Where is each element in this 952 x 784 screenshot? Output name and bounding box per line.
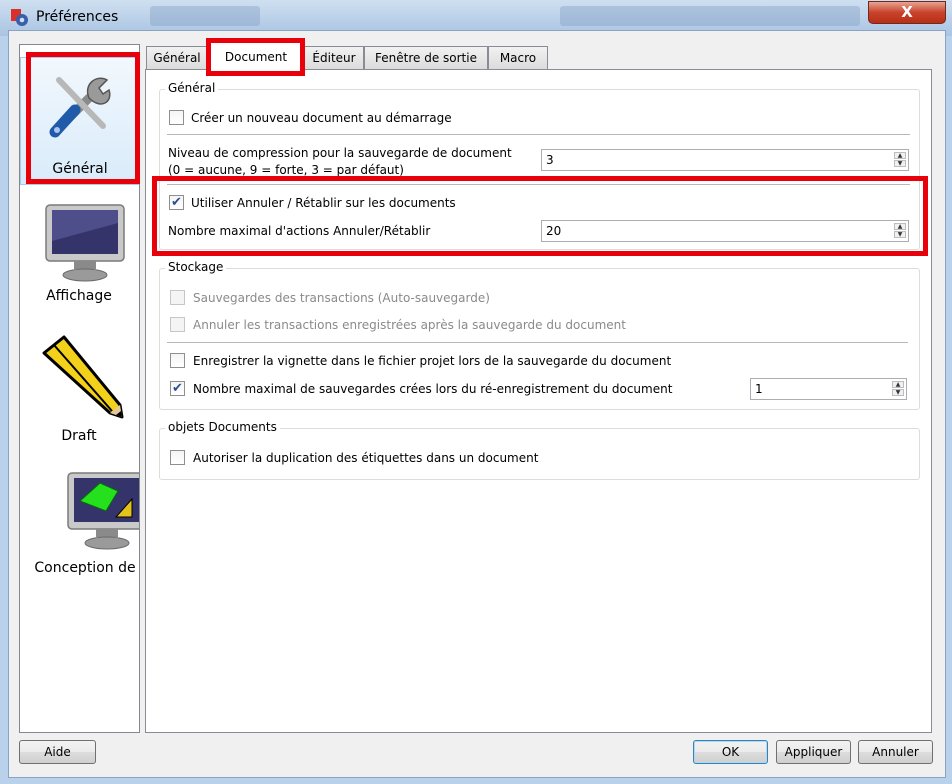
apply-button[interactable]: Appliquer — [776, 740, 851, 764]
max-backups-spinbox[interactable]: 1 ▲ ▼ — [750, 378, 907, 400]
spin-up-icon[interactable]: ▲ — [894, 223, 906, 230]
max-undo-value: 20 — [546, 224, 562, 238]
compression-label: Niveau de compression pour la sauvegarde… — [168, 146, 512, 160]
thumbnail-label: Enregistrer la vignette dans le fichier … — [193, 354, 672, 368]
tab-macro[interactable]: Macro — [488, 46, 548, 69]
tools-icon — [49, 77, 111, 138]
duplicate-labels-label: Autoriser la duplication des étiquettes … — [193, 451, 539, 465]
duplicate-labels-checkbox[interactable] — [170, 450, 185, 465]
app-gear-icon — [11, 9, 28, 26]
group-title: Stockage — [165, 260, 227, 274]
background-toolbar-ghost — [560, 6, 860, 26]
undo-redo-label: Utiliser Annuler / Rétablir sur les docu… — [191, 196, 456, 210]
separator — [167, 342, 908, 343]
autosave-checkbox[interactable] — [170, 290, 185, 305]
category-affichage[interactable]: Affichage — [20, 195, 139, 315]
pencil-icon — [42, 335, 124, 419]
separator — [167, 134, 910, 135]
compression-hint: (0 = aucune, 9 = forte, 3 = par défaut) — [168, 163, 404, 177]
spin-down-icon[interactable]: ▼ — [892, 389, 904, 396]
tab-fenetre-sortie[interactable]: Fenêtre de sortie — [364, 46, 488, 69]
group-title: Général — [165, 81, 219, 95]
background-toolbar-ghost — [150, 6, 260, 26]
spin-up-icon[interactable]: ▲ — [892, 381, 904, 388]
autosave-label: Sauvegardes des transactions (Auto-sauve… — [193, 291, 490, 305]
category-label: Général — [52, 161, 108, 177]
compression-spinbox[interactable]: 3 ▲ ▼ — [541, 149, 909, 171]
window-title: Préférences — [36, 9, 119, 25]
close-button[interactable]: X — [868, 1, 946, 24]
max-undo-spinbox[interactable]: 20 ▲ ▼ — [541, 220, 909, 242]
max-backups-value: 1 — [755, 382, 763, 396]
max-undo-label: Nombre maximal d'actions Annuler/Rétabli… — [168, 224, 431, 238]
category-general[interactable]: Général — [20, 57, 139, 185]
category-draft[interactable]: Draft — [20, 329, 139, 449]
drawing-monitor-icon — [67, 472, 139, 550]
new-document-label: Créer un nouveau document au démarrage — [191, 111, 452, 125]
spin-down-icon[interactable]: ▼ — [894, 160, 906, 167]
max-backups-checkbox[interactable]: ✔ — [170, 381, 185, 396]
spin-down-icon[interactable]: ▼ — [894, 231, 906, 238]
category-list[interactable]: Général Affichage Draft Conception de — [19, 44, 140, 733]
cancel-transactions-label: Annuler les transactions enregistrées ap… — [193, 318, 626, 332]
category-conception[interactable]: Conception de — [20, 463, 139, 583]
cancel-transactions-checkbox[interactable] — [170, 317, 185, 332]
category-label: Draft — [61, 428, 97, 444]
new-document-checkbox[interactable] — [169, 110, 184, 125]
tab-document[interactable]: Document — [208, 42, 304, 70]
group-title: objets Documents — [165, 420, 280, 434]
monitor-icon — [45, 204, 125, 282]
help-button[interactable]: Aide — [19, 740, 96, 764]
separator — [167, 184, 910, 185]
tab-editeur[interactable]: Éditeur — [304, 46, 364, 69]
cancel-button[interactable]: Annuler — [858, 740, 933, 764]
max-backups-label: Nombre maximal de sauvegardes crées lors… — [193, 382, 673, 396]
compression-value: 3 — [546, 153, 554, 167]
category-label: Affichage — [46, 288, 112, 304]
thumbnail-checkbox[interactable] — [170, 353, 185, 368]
undo-redo-checkbox[interactable]: ✔ — [169, 195, 184, 210]
tab-general[interactable]: Général — [146, 46, 208, 69]
category-label: Conception de — [34, 560, 136, 576]
ok-button[interactable]: OK — [693, 740, 768, 764]
spin-up-icon[interactable]: ▲ — [894, 152, 906, 159]
